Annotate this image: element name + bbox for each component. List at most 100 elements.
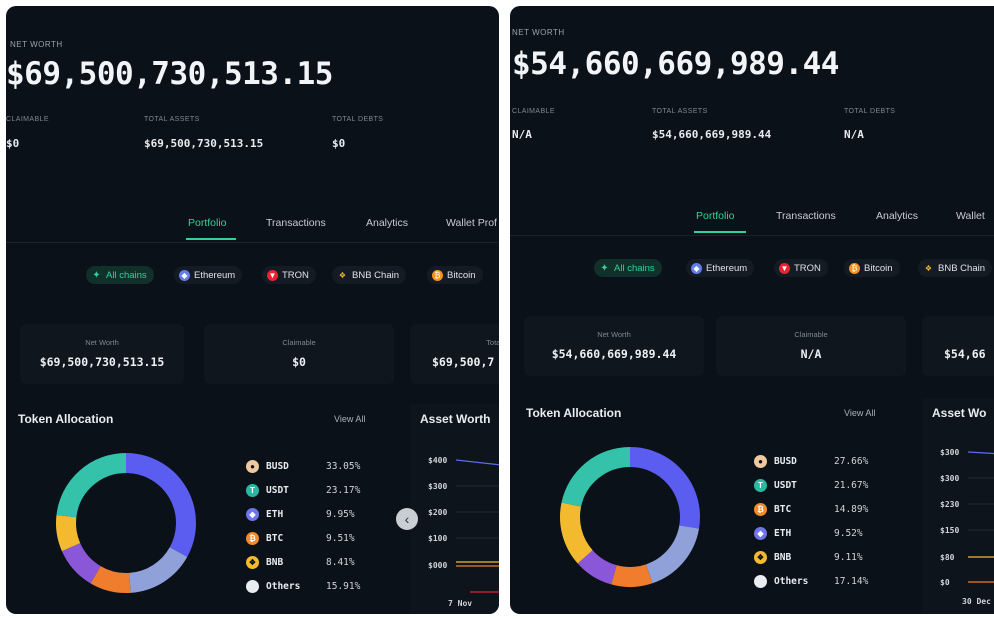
tab-wallet[interactable]: Wallet [956, 210, 985, 222]
token-row-others: Others 15.91% [246, 578, 360, 594]
chain-filter-all[interactable]: ✦ All chains [86, 266, 154, 284]
token-name: ETH [266, 508, 284, 520]
card-label: Total [486, 338, 499, 347]
image-divider [502, 0, 506, 619]
x-tick: 30 Dec [962, 597, 991, 606]
net-worth-label: NET WORTH [10, 40, 63, 49]
collapse-chevron-left-icon[interactable]: ‹ [396, 508, 418, 530]
active-tab-underline [694, 231, 746, 233]
tab-transactions[interactable]: Transactions [266, 217, 326, 229]
token-percent: 9.11% [834, 551, 863, 563]
token-name: BTC [774, 503, 792, 515]
usdt-icon: T [754, 478, 767, 492]
chain-filter-ethereum[interactable]: ◆ Ethereum [174, 266, 243, 284]
donut-segment [56, 514, 81, 552]
card-value: N/A [800, 347, 822, 361]
token-row-btc: ₿ BTC 14.89% [754, 501, 868, 517]
tab-analytics[interactable]: Analytics [366, 217, 408, 229]
token-percent: 27.66% [834, 455, 869, 467]
x-tick: 7 Nov [448, 599, 473, 608]
tab-wallet-profile[interactable]: Wallet Prof [446, 217, 497, 229]
card-value: $69,500,730,513.15 [39, 355, 165, 369]
total-debts-value: $0 [332, 137, 346, 150]
token-name: BUSD [774, 455, 797, 467]
tab-analytics[interactable]: Analytics [876, 210, 918, 222]
tab-divider [510, 235, 994, 236]
chain-label: All chains [106, 269, 147, 281]
card-label: Net Worth [597, 330, 631, 339]
donut-segment [560, 502, 593, 564]
total-debts-label: TOTAL DEBTS [844, 108, 896, 115]
token-allocation-title: Token Allocation [18, 412, 114, 426]
token-percent: 17.14% [834, 575, 869, 587]
series-line [455, 459, 499, 466]
ethereum-icon: ◆ [179, 269, 190, 281]
claimable-card: Claimable N/A [716, 316, 906, 376]
bitcoin-icon: ₿ [246, 531, 259, 545]
tab-portfolio[interactable]: Portfolio [696, 210, 735, 222]
ethereum-icon: ◆ [246, 507, 259, 521]
token-name: USDT [266, 484, 289, 496]
token-name: Others [266, 580, 301, 592]
chain-label: TRON [794, 262, 821, 274]
token-row-btc: ₿ BTC 9.51% [246, 530, 355, 546]
net-worth-value: $69,500,730,513.15 [6, 56, 333, 92]
busd-icon: ● [246, 459, 259, 473]
token-row-busd: ● BUSD 33.05% [246, 458, 360, 474]
chain-filter-bitcoin[interactable]: ₿ Bitcoin [844, 259, 900, 277]
token-name: BNB [774, 551, 792, 563]
series-line [967, 451, 994, 455]
chain-filter-ethereum[interactable]: ◆ Ethereum [686, 259, 755, 277]
right-portfolio-panel: NET WORTH $54,660,669,989.44 CLAIMABLE N… [510, 6, 994, 614]
chain-label: Bitcoin [447, 269, 476, 281]
bitcoin-icon: ₿ [754, 502, 767, 516]
asset-worth-card: Asset Worth $400 $300 $200 $100 $000 7 N… [410, 404, 499, 614]
chain-filter-bitcoin[interactable]: ₿ Bitcoin [427, 266, 483, 284]
usdt-icon: T [246, 483, 259, 497]
token-allocation-donut [56, 453, 196, 593]
bnb-icon: ❖ [754, 550, 767, 564]
token-name: BTC [266, 532, 284, 544]
chain-label: BNB Chain [352, 269, 399, 281]
chain-filter-tron[interactable]: ▼ TRON [774, 259, 828, 277]
bitcoin-icon: ₿ [432, 269, 443, 281]
token-row-bnb: ❖ BNB 8.41% [246, 554, 355, 570]
token-percent: 9.95% [326, 508, 355, 520]
card-value: $69,500,7 [432, 355, 495, 369]
card-label: Claimable [794, 330, 828, 339]
busd-icon: ● [754, 454, 767, 468]
total-assets-value: $54,660,669,989.44 [652, 128, 772, 141]
donut-segment [561, 447, 631, 508]
others-icon [754, 574, 767, 588]
token-name: BUSD [266, 460, 289, 472]
chain-filter-all[interactable]: ✦ All chains [594, 259, 662, 277]
diamond-icon: ✦ [92, 269, 101, 281]
token-percent: 15.91% [326, 580, 361, 592]
view-all-link[interactable]: View All [334, 414, 365, 424]
tab-transactions[interactable]: Transactions [776, 210, 836, 222]
tab-portfolio[interactable]: Portfolio [188, 217, 227, 229]
net-worth-card: Net Worth $69,500,730,513.15 [20, 324, 184, 384]
token-name: ETH [774, 527, 792, 539]
chain-filter-tron[interactable]: ▼ TRON [262, 266, 316, 284]
token-name: BNB [266, 556, 284, 568]
token-row-eth: ◆ ETH 9.95% [246, 506, 355, 522]
token-row-eth: ◆ ETH 9.52% [754, 525, 863, 541]
claimable-value: $0 [6, 137, 20, 150]
asset-worth-card: Asset Wo $300 $300 $230 $150 $80 $0 30 D… [922, 398, 994, 614]
donut-segment [645, 524, 700, 584]
view-all-link[interactable]: View All [844, 408, 875, 418]
token-percent: 9.51% [326, 532, 355, 544]
chain-filter-bnb[interactable]: ❖ BNB Chain [918, 259, 992, 277]
ethereum-icon: ◆ [691, 262, 702, 274]
donut-segment [125, 453, 196, 557]
net-worth-card: Net Worth $54,660,669,989.44 [524, 316, 704, 376]
chain-label: Ethereum [706, 262, 748, 274]
token-row-usdt: T USDT 21.67% [754, 477, 868, 493]
total-debts-value: N/A [844, 128, 864, 141]
chain-filter-bnb[interactable]: ❖ BNB Chain [332, 266, 406, 284]
bitcoin-icon: ₿ [849, 262, 860, 274]
token-percent: 14.89% [834, 503, 869, 515]
card-value: $54,66 [944, 347, 986, 361]
claimable-card: Claimable $0 [204, 324, 394, 384]
